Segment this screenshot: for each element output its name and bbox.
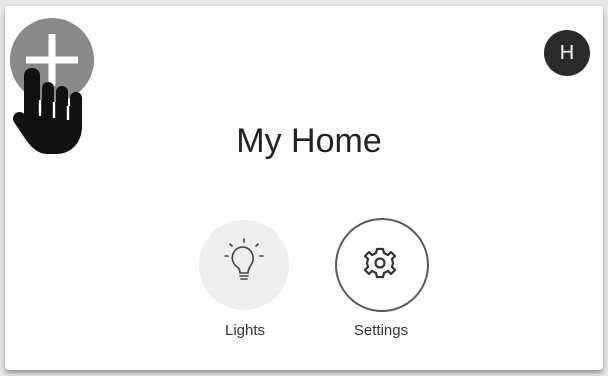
lightbulb-icon: [224, 238, 264, 280]
app-window: H My Home Lights Settings: [5, 6, 603, 370]
avatar[interactable]: H: [544, 30, 590, 76]
settings-label: Settings: [353, 322, 409, 339]
page-title: My Home: [236, 122, 382, 160]
settings-button[interactable]: [335, 218, 429, 312]
hand-pointer-icon: [12, 68, 83, 154]
gear-icon: [363, 247, 397, 279]
lights-button[interactable]: [199, 220, 289, 310]
lights-label: Lights: [224, 322, 266, 339]
